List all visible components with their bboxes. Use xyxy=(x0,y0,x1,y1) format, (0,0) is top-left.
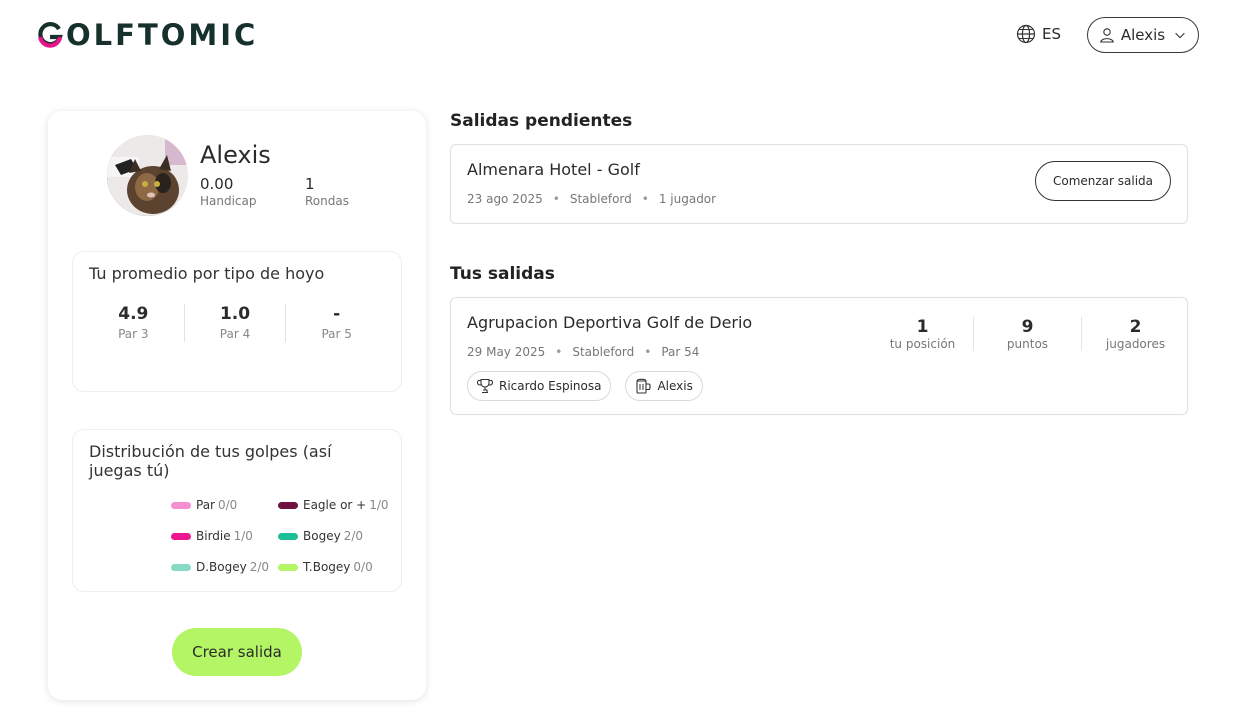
legend-count: 0/0 xyxy=(217,498,238,512)
average-label: Par 4 xyxy=(219,327,251,341)
legend-swatch xyxy=(171,501,191,509)
handicap-stat: 0.00 Handicap xyxy=(200,175,257,208)
cat-photo-icon xyxy=(107,135,188,216)
stat-value: 9 xyxy=(1021,317,1034,337)
legend-label: Par xyxy=(196,498,215,512)
legend-item-triple-bogey: T.Bogey 0/0 xyxy=(278,558,391,576)
rounds-label: Rondas xyxy=(305,194,349,208)
pending-round-card[interactable]: Almenara Hotel - Golf 23 ago 2025 • Stab… xyxy=(450,144,1188,224)
legend-swatch xyxy=(171,563,191,571)
legend-label: Eagle or + xyxy=(303,498,367,512)
handicap-label: Handicap xyxy=(200,194,257,208)
start-round-button[interactable]: Comenzar salida xyxy=(1035,161,1171,201)
average-value: - xyxy=(333,304,341,324)
golftomic-logo[interactable]: OLFTOMIC xyxy=(37,18,258,52)
average-label: Par 3 xyxy=(118,327,149,341)
legend-swatch xyxy=(278,501,298,509)
legend-swatch xyxy=(278,563,298,571)
stat-label: jugadores xyxy=(1105,337,1166,351)
legend-count: 1/0 xyxy=(233,529,253,543)
round-award-chips: Ricardo Espinosa Alexis xyxy=(467,371,703,401)
hole-type-average-title: Tu promedio por tipo de hoyo xyxy=(89,264,325,283)
user-menu-name: Alexis xyxy=(1120,26,1166,44)
players-stat: 2 jugadores xyxy=(1081,317,1189,351)
legend-item-double-bogey: D.Bogey 2/0 xyxy=(171,558,278,576)
round-format: Stableford xyxy=(572,345,635,359)
legend-label: D.Bogey xyxy=(196,560,247,574)
position-stat: 1 tu posición xyxy=(872,317,973,351)
trophy-icon xyxy=(476,378,494,394)
pending-rounds-title: Salidas pendientes xyxy=(450,111,633,131)
points-stat: 9 puntos xyxy=(973,317,1081,351)
meta-separator: • xyxy=(641,192,649,206)
logo-g-icon xyxy=(37,22,63,48)
stat-value: 2 xyxy=(1129,317,1142,337)
legend-label: Birdie xyxy=(196,529,231,543)
hole-type-average-columns: 4.9 Par 3 1.0 Par 4 - Par 5 xyxy=(83,304,387,342)
rounds-value: 1 xyxy=(305,175,315,193)
legend-item-bogey: Bogey 2/0 xyxy=(278,527,391,545)
user-icon xyxy=(1100,28,1114,43)
completed-round-card[interactable]: Agrupacion Deportiva Golf de Derio 29 Ma… xyxy=(450,297,1188,415)
legend-count: 1/0 xyxy=(369,498,389,512)
legend-label: T.Bogey xyxy=(303,560,351,574)
rounds-stat: 1 Rondas xyxy=(305,175,349,208)
legend-count: 2/0 xyxy=(343,529,363,543)
handicap-value: 0.00 xyxy=(200,175,234,193)
average-par4: 1.0 Par 4 xyxy=(183,304,286,342)
create-round-button[interactable]: Crear salida xyxy=(172,628,302,676)
round-format: Stableford xyxy=(569,192,632,206)
round-par: Par 54 xyxy=(661,345,700,359)
average-par5: - Par 5 xyxy=(285,304,387,342)
round-date: 29 May 2025 xyxy=(467,345,546,359)
language-label: ES xyxy=(1042,25,1061,43)
legend-item-par: Par 0/0 xyxy=(171,496,278,514)
distribution-legend: Par 0/0 Eagle or + 1/0 Birdie 1/0 Bogey … xyxy=(171,496,391,576)
language-selector[interactable]: ES xyxy=(1016,24,1061,44)
your-rounds-title: Tus salidas xyxy=(450,264,555,284)
winner-chip[interactable]: Ricardo Espinosa xyxy=(467,371,612,401)
legend-swatch xyxy=(171,532,191,540)
round-meta: 23 ago 2025 • Stableford • 1 jugador xyxy=(467,192,716,206)
avatar[interactable] xyxy=(107,135,188,216)
round-date: 23 ago 2025 xyxy=(467,192,543,206)
profile-name: Alexis xyxy=(200,141,271,169)
logo-text: OLFTOMIC xyxy=(66,18,259,52)
beer-mug-icon xyxy=(636,378,652,394)
legend-count: 0/0 xyxy=(353,560,373,574)
average-par3: 4.9 Par 3 xyxy=(83,304,184,342)
meta-separator: • xyxy=(555,345,563,359)
stroke-distribution-title: Distribución de tus golpes (así juegas t… xyxy=(89,442,332,480)
meta-separator: • xyxy=(552,192,560,206)
chevron-down-icon xyxy=(1175,32,1185,39)
round-players: 1 jugador xyxy=(658,192,717,206)
profile-card: Alexis 0.00 Handicap 1 Rondas Tu promedi… xyxy=(48,111,426,700)
legend-count: 2/0 xyxy=(249,560,270,574)
stat-value: 1 xyxy=(916,317,929,337)
stat-label: tu posición xyxy=(889,337,956,351)
user-menu-button[interactable]: Alexis xyxy=(1087,17,1199,53)
average-label: Par 5 xyxy=(321,327,352,341)
beer-chip[interactable]: Alexis xyxy=(625,371,703,401)
average-value: 1.0 xyxy=(219,304,251,324)
legend-label: Bogey xyxy=(303,529,341,543)
round-course-name: Almenara Hotel - Golf xyxy=(467,160,640,179)
round-meta: 29 May 2025 • Stableford • Par 54 xyxy=(467,345,699,359)
stat-label: puntos xyxy=(1006,337,1049,351)
legend-swatch xyxy=(278,532,298,540)
legend-item-eagle: Eagle or + 1/0 xyxy=(278,496,391,514)
globe-icon xyxy=(1016,24,1036,44)
meta-separator: • xyxy=(644,345,652,359)
stroke-distribution-card: Distribución de tus golpes (así juegas t… xyxy=(72,429,402,592)
round-course-name: Agrupacion Deportiva Golf de Derio xyxy=(467,313,753,332)
round-score-columns: 1 tu posición 9 puntos 2 jugadores xyxy=(872,317,1190,351)
chip-label: Ricardo Espinosa xyxy=(499,379,602,393)
hole-type-average-card: Tu promedio por tipo de hoyo 4.9 Par 3 1… xyxy=(72,251,402,392)
average-value: 4.9 xyxy=(118,304,149,324)
legend-item-birdie: Birdie 1/0 xyxy=(171,527,278,545)
chip-label: Alexis xyxy=(657,379,693,393)
